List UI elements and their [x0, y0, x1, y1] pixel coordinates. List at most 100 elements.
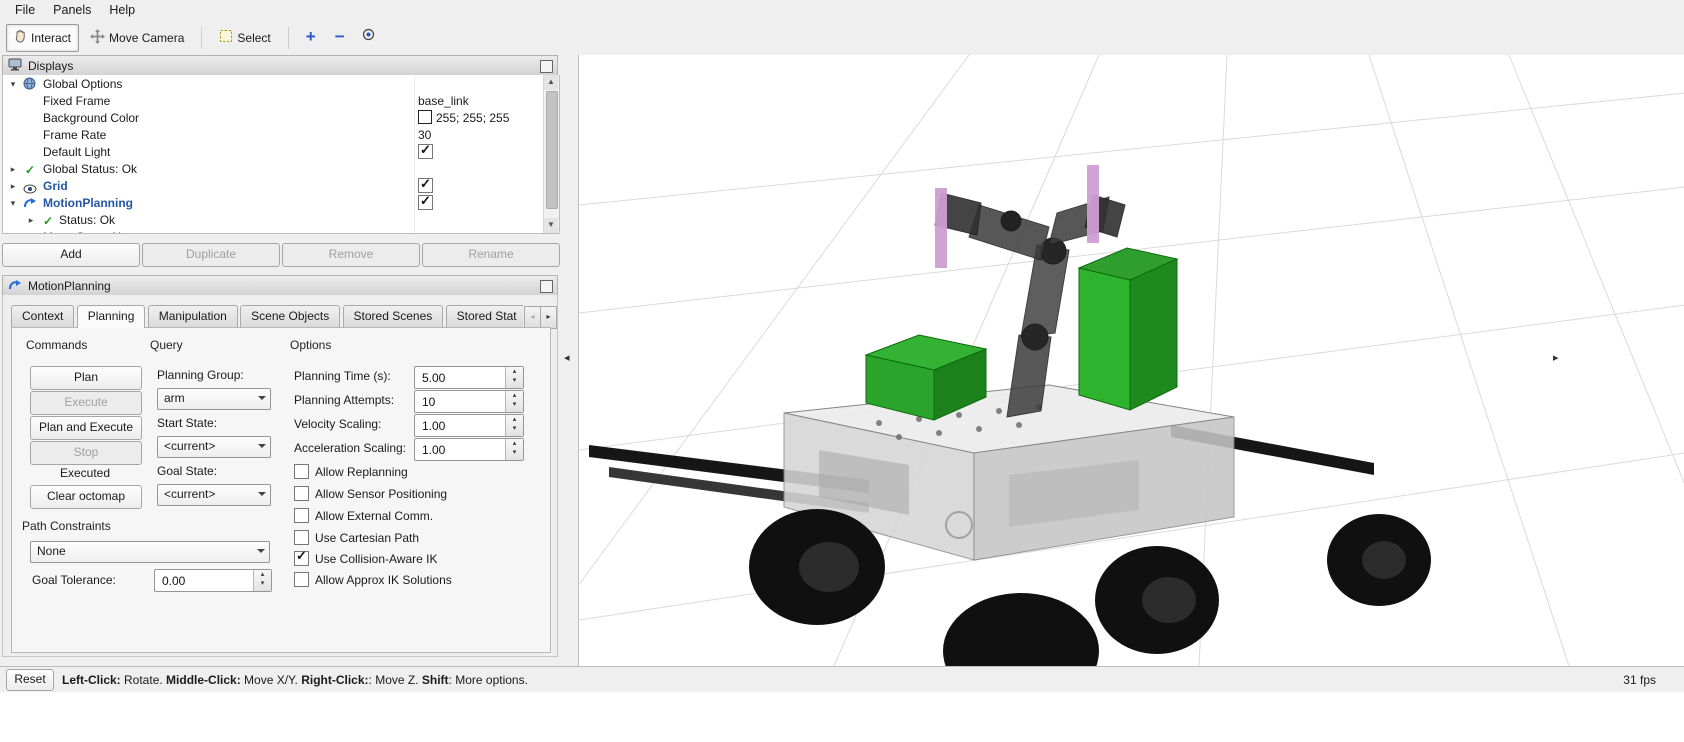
collapse-left-panel-handle[interactable]: ◂ — [564, 353, 570, 364]
displays-panel-titlebar[interactable]: Displays — [2, 55, 558, 77]
velocity-scaling-input[interactable] — [420, 416, 507, 435]
fixed-frame-value[interactable]: base_link — [418, 93, 469, 110]
zoom-out-button[interactable]: − — [327, 25, 353, 51]
green-box-right[interactable] — [1079, 248, 1177, 410]
spin-arrows-icon[interactable]: ▴▾ — [505, 391, 523, 412]
checkbox[interactable] — [294, 572, 309, 587]
checkbox[interactable] — [418, 144, 433, 159]
collapse-right-panel-handle[interactable]: ▸ — [1553, 353, 1559, 364]
tab-context[interactable]: Context — [11, 305, 74, 328]
tab-stored-scenes[interactable]: Stored Scenes — [343, 305, 444, 328]
expand-arrow-icon[interactable]: ▸ — [7, 178, 19, 195]
rename-display-button[interactable]: Rename — [422, 243, 560, 267]
clear-octomap-button[interactable]: Clear octomap — [30, 485, 142, 509]
3d-viewport[interactable]: ▸ — [578, 55, 1684, 666]
planning-time-input[interactable] — [420, 368, 507, 387]
displays-panel-title: Displays — [28, 59, 73, 73]
allow-external-comm-checkrow[interactable]: Allow External Comm. — [294, 508, 433, 523]
expand-arrow-icon[interactable]: ▸ — [25, 212, 37, 229]
use-cartesian-path-checkrow[interactable]: Use Cartesian Path — [294, 530, 419, 545]
tree-row-motionplanning[interactable]: ▾ MotionPlanning — [3, 195, 559, 212]
velocity-scaling-spinbox[interactable]: ▴▾ — [414, 414, 524, 437]
checkbox[interactable] — [294, 464, 309, 479]
spin-arrows-icon[interactable]: ▴▾ — [505, 415, 523, 436]
planning-attempts-spinbox[interactable]: ▴▾ — [414, 390, 524, 413]
color-swatch[interactable] — [418, 110, 432, 124]
tree-row-status-ok[interactable]: ▸ ✓ Status: Ok — [3, 212, 559, 229]
scroll-down-icon[interactable]: ▼ — [544, 218, 558, 233]
path-constraints-select[interactable]: None — [30, 541, 270, 563]
execute-button[interactable]: Execute — [30, 391, 142, 415]
add-display-button[interactable]: Add — [2, 243, 140, 267]
tree-row-default-light[interactable]: Default Light — [3, 144, 559, 161]
stop-button[interactable]: Stop — [30, 441, 142, 465]
allow-replanning-checkrow[interactable]: Allow Replanning — [294, 464, 408, 479]
checkbox[interactable] — [294, 508, 309, 523]
goal-tolerance-spinbox[interactable]: ▴▾ — [154, 569, 272, 592]
accel-scaling-input[interactable] — [420, 440, 507, 459]
planning-time-spinbox[interactable]: ▴▾ — [414, 366, 524, 389]
expand-arrow-icon[interactable]: ▸ — [7, 161, 19, 178]
tree-label: Global Options — [43, 76, 122, 93]
expand-arrow-icon[interactable]: ▾ — [7, 76, 19, 93]
tree-row-fixed-frame[interactable]: Fixed Frame base_link — [3, 93, 559, 110]
scroll-up-icon[interactable]: ▲ — [544, 75, 558, 90]
menu-panels[interactable]: Panels — [44, 1, 100, 19]
tab-scroll-left-button[interactable]: ◂ — [524, 306, 541, 329]
scene-canvas[interactable] — [579, 55, 1684, 666]
planning-attempts-input[interactable] — [420, 392, 507, 411]
checkbox[interactable] — [294, 551, 309, 566]
plan-and-execute-button[interactable]: Plan and Execute — [30, 416, 142, 440]
reset-button[interactable]: Reset — [6, 669, 54, 691]
path-constraints-title: Path Constraints — [22, 519, 111, 533]
menu-file[interactable]: File — [6, 1, 44, 19]
tree-scrollbar[interactable]: ▲ ▼ — [543, 75, 559, 233]
allow-sensor-positioning-checkrow[interactable]: Allow Sensor Positioning — [294, 486, 447, 501]
pink-marker-left[interactable] — [935, 188, 947, 268]
tab-planning[interactable]: Planning — [77, 305, 146, 328]
checkbox[interactable] — [294, 530, 309, 545]
check-label: Allow External Comm. — [315, 509, 433, 523]
allow-approx-ik-checkrow[interactable]: Allow Approx IK Solutions — [294, 572, 452, 587]
query-group-title: Query — [150, 338, 183, 352]
select-tool-button[interactable]: Select — [211, 24, 278, 52]
start-state-select[interactable]: <current> — [157, 436, 271, 458]
tree-row-grid[interactable]: ▸ Grid — [3, 178, 559, 195]
menu-help[interactable]: Help — [100, 1, 144, 19]
spin-arrows-icon[interactable]: ▴▾ — [505, 439, 523, 460]
pink-marker-right[interactable] — [1087, 165, 1099, 243]
plan-button[interactable]: Plan — [30, 366, 142, 390]
expand-arrow-icon[interactable]: ▾ — [7, 195, 19, 212]
move-camera-tool-button[interactable]: Move Camera — [82, 24, 192, 52]
undock-panel-button[interactable] — [540, 60, 553, 73]
tree-row-frame-rate[interactable]: Frame Rate 30 — [3, 127, 559, 144]
remove-display-button[interactable]: Remove — [282, 243, 420, 267]
goal-tolerance-input[interactable] — [160, 571, 255, 590]
background-color-value[interactable]: 255; 255; 255 — [418, 110, 509, 127]
goal-state-select[interactable]: <current> — [157, 484, 271, 506]
tab-scroll-right-button[interactable]: ▸ — [540, 306, 557, 329]
checkbox[interactable] — [418, 195, 433, 210]
accel-scaling-spinbox[interactable]: ▴▾ — [414, 438, 524, 461]
duplicate-display-button[interactable]: Duplicate — [142, 243, 280, 267]
scrollbar-thumb[interactable] — [546, 91, 558, 209]
focus-camera-button[interactable] — [356, 25, 382, 51]
use-collision-aware-ik-checkrow[interactable]: Use Collision-Aware IK — [294, 551, 438, 566]
tree-row-background-color[interactable]: Background Color 255; 255; 255 — [3, 110, 559, 127]
checkbox[interactable] — [294, 486, 309, 501]
planning-group-select[interactable]: arm — [157, 388, 271, 410]
zoom-in-button[interactable]: + — [298, 25, 324, 51]
spin-arrows-icon[interactable]: ▴▾ — [253, 570, 271, 591]
tree-row-global-options[interactable]: ▾ Global Options — [3, 76, 559, 93]
tab-stored-states[interactable]: Stored Stat — [446, 305, 523, 328]
motionplanning-panel-titlebar[interactable]: MotionPlanning — [2, 275, 558, 297]
spin-arrows-icon[interactable]: ▴▾ — [505, 367, 523, 388]
tab-scene-objects[interactable]: Scene Objects — [240, 305, 340, 328]
displays-tree[interactable]: ▾ Global Options Fixed Frame base_link B… — [2, 75, 560, 234]
tree-row-clipped[interactable]: Move Group Namespace — [3, 229, 559, 234]
undock-panel-button[interactable] — [540, 280, 553, 293]
interact-tool-button[interactable]: Interact — [6, 24, 79, 52]
tab-manipulation[interactable]: Manipulation — [148, 305, 238, 328]
tree-row-global-status[interactable]: ▸ ✓ Global Status: Ok — [3, 161, 559, 178]
checkbox[interactable] — [418, 178, 433, 193]
